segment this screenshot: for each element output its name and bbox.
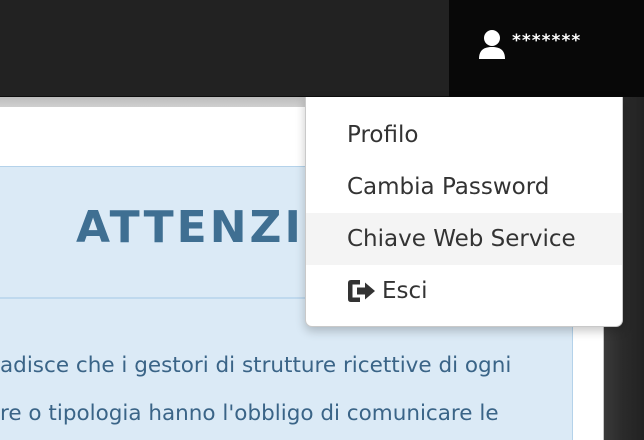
user-icon <box>478 29 506 59</box>
notice-text-line: re o tipologia hanno l'obbligo di comuni… <box>0 401 499 426</box>
menu-item-logout[interactable]: Esci <box>306 265 622 317</box>
menu-item-web-service-key[interactable]: Chiave Web Service <box>306 213 622 265</box>
menu-item-label: Esci <box>382 278 428 304</box>
menu-item-change-password[interactable]: Cambia Password <box>306 161 622 213</box>
logout-icon <box>346 278 378 304</box>
menu-item-label: Chiave Web Service <box>347 226 576 252</box>
notice-title: ATTENZIO <box>76 202 345 253</box>
notice-text-line: adisce che i gestori di strutture ricett… <box>0 353 512 378</box>
username-label[interactable]: ******* <box>512 30 581 52</box>
user-dropdown-menu: Profilo Cambia Password Chiave Web Servi… <box>305 97 623 327</box>
menu-item-profile[interactable]: Profilo <box>306 109 622 161</box>
menu-item-label: Profilo <box>347 122 419 148</box>
menu-item-label: Cambia Password <box>347 174 550 200</box>
